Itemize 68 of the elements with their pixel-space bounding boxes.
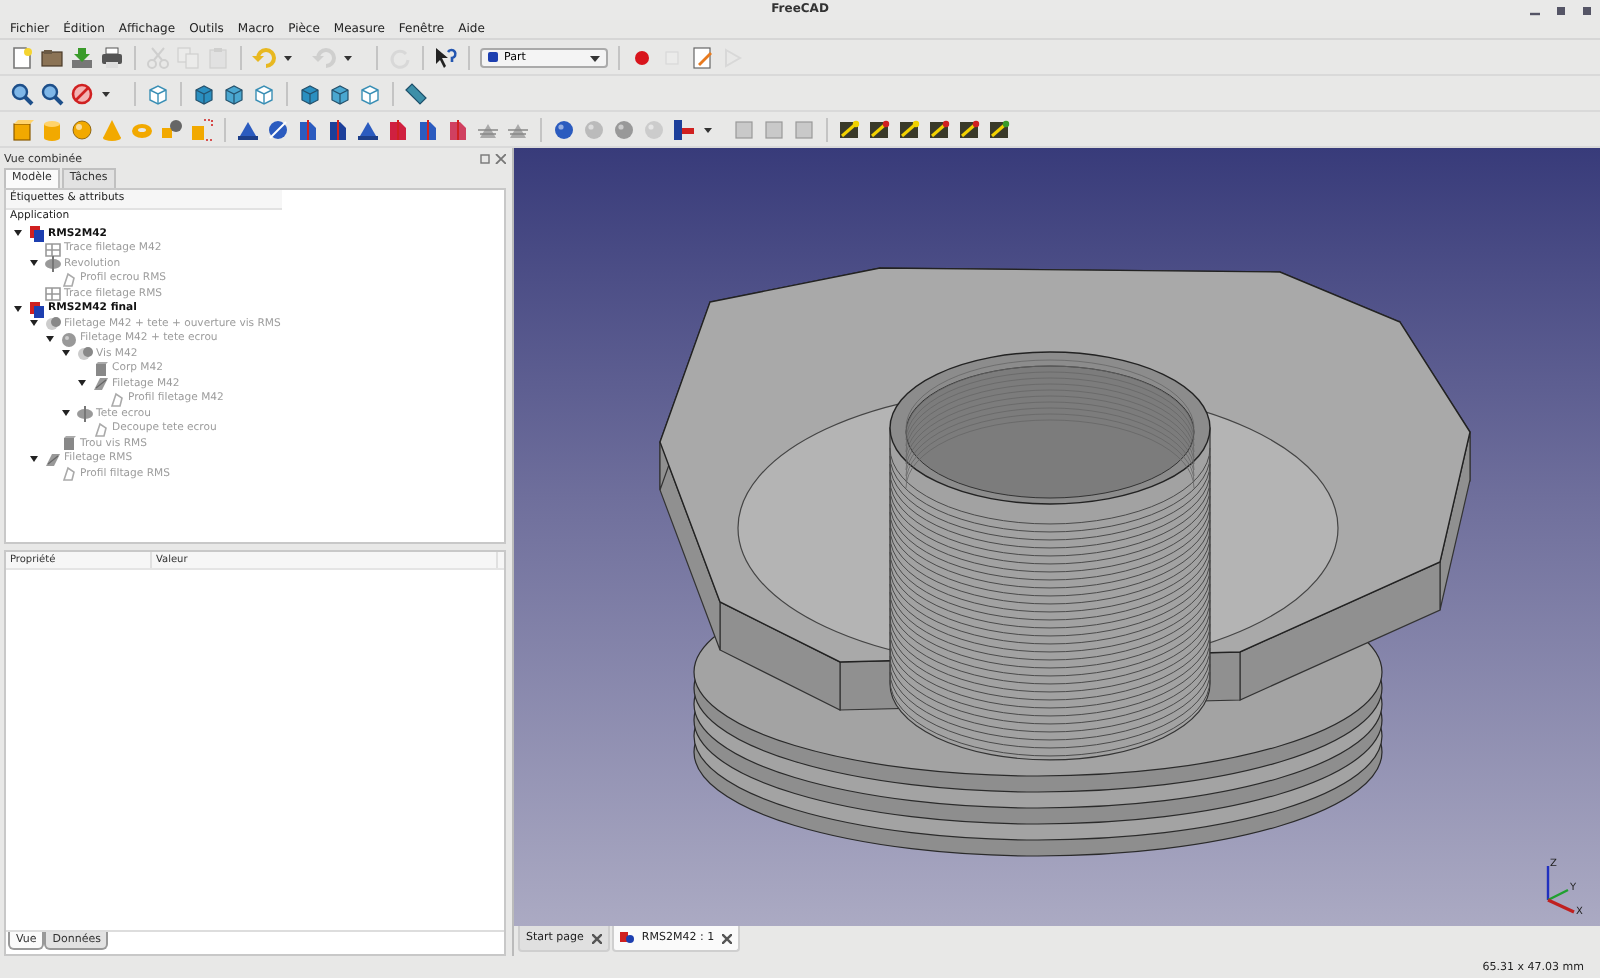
expander-arrow[interactable] [14, 230, 22, 237]
no-draw-icon[interactable] [70, 81, 94, 106]
measure-icon[interactable] [898, 117, 922, 142]
face-icon[interactable] [386, 117, 410, 142]
sweep-icon [43, 449, 61, 468]
axis-triad-icon [1546, 866, 1575, 915]
expander-arrow[interactable] [30, 320, 38, 327]
sketch-icon [59, 464, 77, 483]
close-icon[interactable] [1582, 6, 1592, 16]
expander-arrow[interactable] [30, 260, 38, 267]
fusion-icon [59, 329, 77, 348]
macro-edit-icon[interactable] [690, 45, 714, 70]
zoom-fit-icon[interactable] [10, 81, 34, 106]
ruler-icon[interactable] [404, 81, 428, 106]
cube-icon[interactable] [298, 81, 322, 106]
cube-icon[interactable] [192, 81, 216, 106]
zoom-icon[interactable] [40, 81, 64, 106]
save-icon[interactable] [70, 45, 94, 70]
document-icon [27, 224, 45, 243]
document-icon [27, 299, 45, 318]
cube-icon[interactable] [328, 81, 352, 106]
sweep-icon [91, 374, 109, 393]
join-icon[interactable] [672, 117, 696, 142]
mirror-icon[interactable] [296, 117, 320, 142]
new-document-icon[interactable] [10, 45, 34, 70]
boolean-icon[interactable] [552, 117, 576, 142]
measure-icon[interactable] [988, 117, 1012, 142]
whats-this-icon[interactable] [434, 45, 458, 70]
document-icon [619, 932, 634, 945]
wire-icon [43, 239, 61, 258]
open-folder-icon[interactable] [40, 45, 64, 70]
record-icon[interactable] [630, 45, 654, 70]
expander-arrow[interactable] [78, 380, 86, 387]
block-icon [59, 434, 77, 453]
cube-icon[interactable] [146, 81, 170, 106]
primitives-icon[interactable] [160, 117, 184, 142]
expander-arrow[interactable] [30, 455, 38, 462]
expander-arrow[interactable] [62, 410, 70, 417]
printer-icon[interactable] [100, 45, 124, 70]
cube-icon[interactable] [358, 81, 382, 106]
shape-builder-icon[interactable] [190, 117, 214, 142]
revolve-icon[interactable] [266, 117, 290, 142]
chamfer-icon[interactable] [356, 117, 380, 142]
expander-arrow[interactable] [62, 350, 70, 357]
sketch-icon [59, 269, 77, 288]
part-icon [488, 52, 498, 63]
close-icon[interactable] [722, 933, 733, 944]
close-icon[interactable] [591, 933, 602, 944]
fillet-icon[interactable] [326, 117, 350, 142]
measure-icon[interactable] [838, 117, 862, 142]
ruled-surface-icon[interactable] [416, 117, 440, 142]
revolve-icon [43, 254, 61, 273]
caret-icon [590, 53, 600, 62]
expander-arrow[interactable] [46, 335, 54, 342]
loft-icon[interactable] [446, 117, 470, 142]
extrude-icon[interactable] [236, 117, 260, 142]
box-icon[interactable] [10, 117, 34, 142]
expander-arrow[interactable] [14, 305, 22, 312]
measure-icon[interactable] [868, 117, 892, 142]
measure-icon[interactable] [958, 117, 982, 142]
wire-icon [43, 284, 61, 303]
cube-icon[interactable] [252, 81, 276, 106]
measure-icon[interactable] [928, 117, 952, 142]
cube-icon[interactable] [222, 81, 246, 106]
block-icon [91, 359, 109, 378]
revolve-icon [75, 404, 93, 423]
maximize-icon[interactable] [1556, 6, 1566, 16]
sphere-icon[interactable] [70, 117, 94, 142]
